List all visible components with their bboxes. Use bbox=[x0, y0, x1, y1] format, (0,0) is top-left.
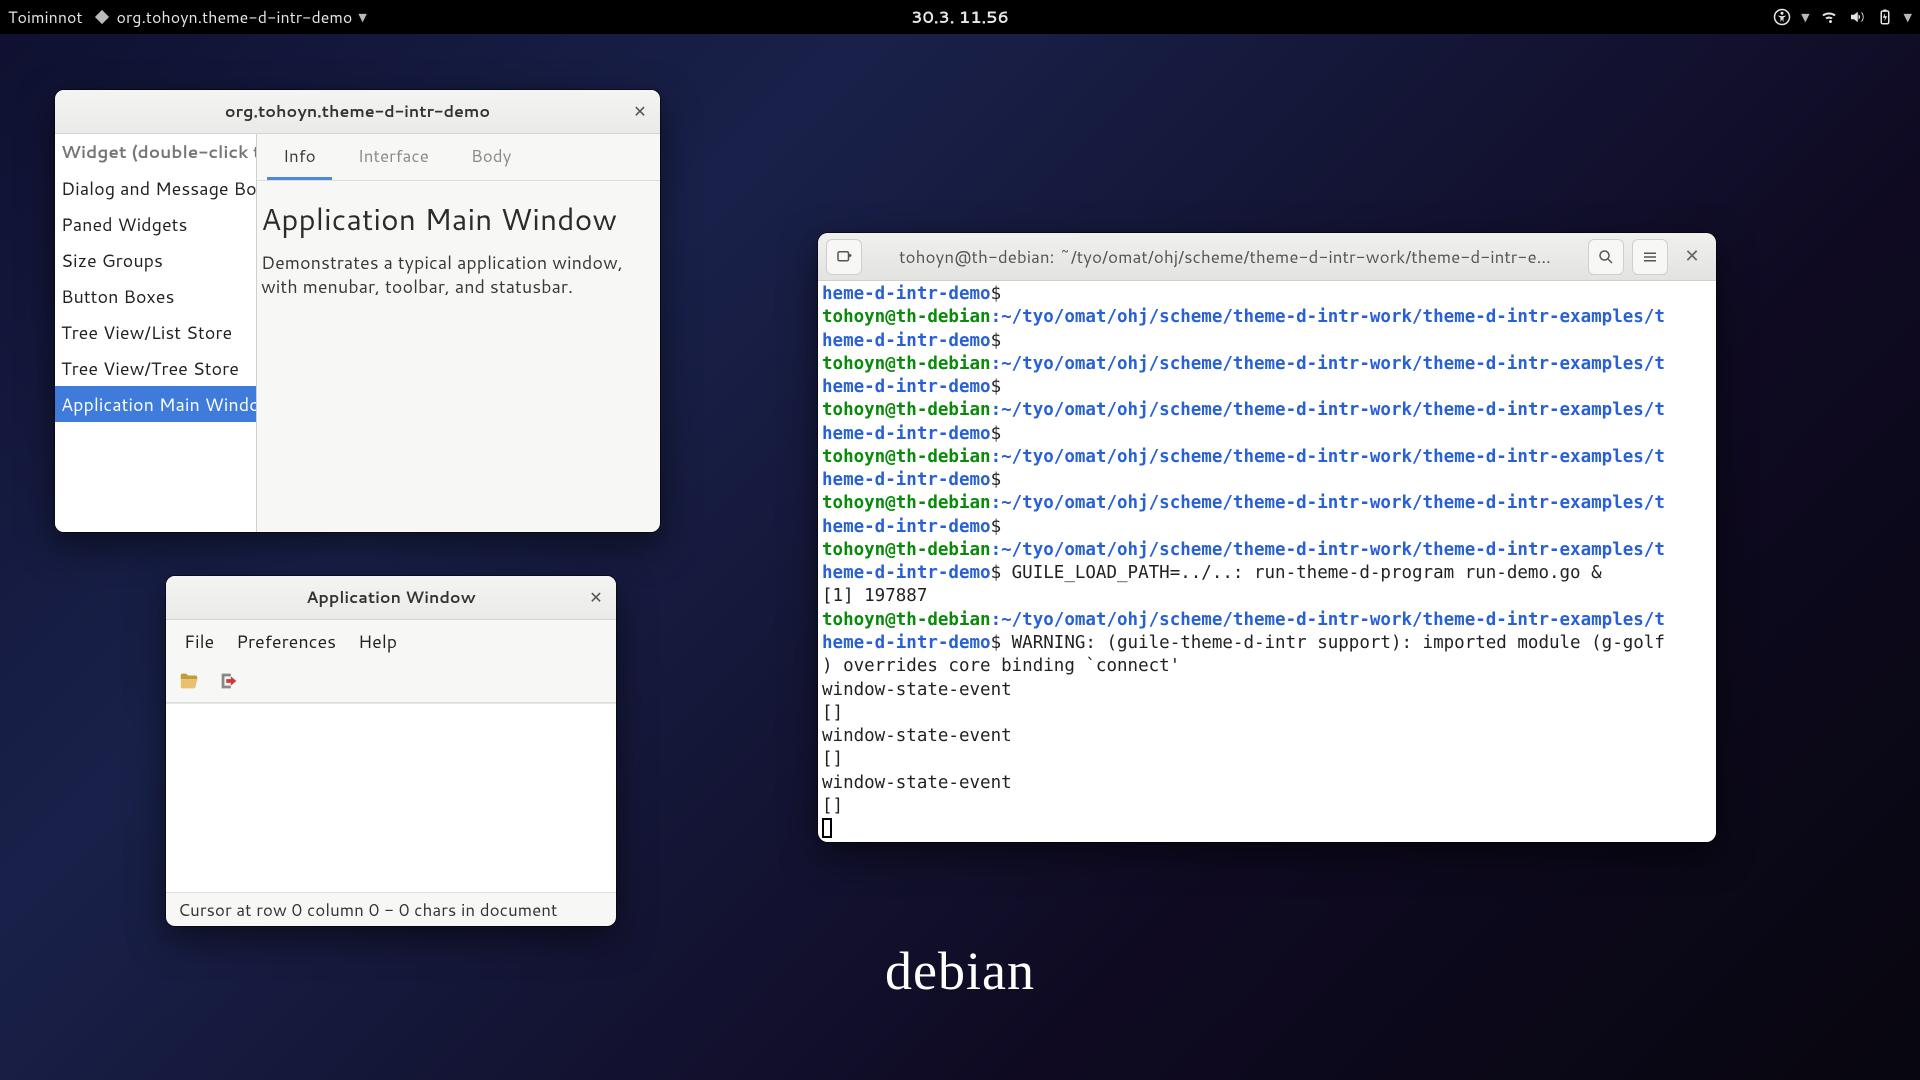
window-titlebar[interactable]: org.tohoyn.theme-d-intr-demo ✕ bbox=[55, 90, 660, 134]
app-menu[interactable]: org.tohoyn.theme-d-intr-demo ▼ bbox=[97, 6, 367, 29]
list-item[interactable]: Size Groups bbox=[55, 242, 256, 278]
menu-file[interactable]: File bbox=[174, 624, 224, 658]
chevron-down-icon: ▼ bbox=[358, 9, 366, 25]
chevron-down-icon: ▼ bbox=[1801, 9, 1809, 25]
demo-heading: Application Main Window bbox=[261, 197, 650, 240]
list-item[interactable]: Tree View/List Store bbox=[55, 314, 256, 350]
demo-info-panel: Application Main Window Demonstrates a t… bbox=[257, 181, 660, 309]
document-area[interactable] bbox=[166, 703, 616, 892]
close-icon[interactable]: ✕ bbox=[584, 586, 608, 610]
battery-icon[interactable] bbox=[1876, 8, 1894, 26]
app-icon bbox=[94, 10, 108, 24]
window-titlebar[interactable]: Application Window ✕ bbox=[166, 576, 616, 620]
list-item[interactable]: Paned Widgets bbox=[55, 206, 256, 242]
tab-info[interactable]: Info bbox=[267, 134, 332, 180]
list-item[interactable]: Dialog and Message Boxes bbox=[55, 170, 256, 206]
list-item-selected[interactable]: Application Main Window bbox=[55, 386, 256, 422]
tab-strip: Info Interface Body bbox=[257, 134, 660, 181]
widget-list-header: Widget (double-click to show) bbox=[55, 134, 256, 170]
quit-icon[interactable] bbox=[212, 666, 246, 696]
close-icon[interactable]: ✕ bbox=[628, 100, 652, 124]
app-menu-label: org.tohoyn.theme-d-intr-demo bbox=[117, 6, 353, 29]
hamburger-icon[interactable] bbox=[1632, 239, 1668, 275]
chevron-down-icon: ▼ bbox=[1904, 9, 1912, 25]
application-window: Application Window ✕ File Preferences He… bbox=[166, 576, 616, 926]
demo-window: org.tohoyn.theme-d-intr-demo ✕ Widget (d… bbox=[55, 90, 660, 532]
terminal-output[interactable]: heme-d-intr-demo$ tohoyn@th-debian:~/tyo… bbox=[818, 281, 1716, 842]
accessibility-icon[interactable] bbox=[1773, 8, 1791, 26]
menu-help[interactable]: Help bbox=[348, 624, 407, 658]
clock[interactable]: 30.3. 11.56 bbox=[911, 6, 1009, 29]
terminal-window: tohoyn@th-debian: ~/tyo/omat/ohj/scheme/… bbox=[818, 233, 1716, 842]
menu-preferences[interactable]: Preferences bbox=[226, 624, 346, 658]
widget-list[interactable]: Widget (double-click to show) Dialog and… bbox=[55, 134, 257, 532]
terminal-title: tohoyn@th-debian: ~/tyo/omat/ohj/scheme/… bbox=[870, 245, 1580, 269]
status-text: Cursor at row 0 column 0 - 0 chars in do… bbox=[178, 898, 557, 922]
list-item[interactable]: Button Boxes bbox=[55, 278, 256, 314]
window-title: Application Window bbox=[306, 586, 475, 609]
tab-body[interactable]: Body bbox=[455, 134, 528, 180]
statusbar: Cursor at row 0 column 0 - 0 chars in do… bbox=[166, 892, 616, 926]
window-title: org.tohoyn.theme-d-intr-demo bbox=[225, 100, 490, 123]
debian-logo: debian bbox=[885, 940, 1035, 1002]
wifi-icon[interactable] bbox=[1820, 8, 1838, 26]
terminal-headerbar[interactable]: tohoyn@th-debian: ~/tyo/omat/ohj/scheme/… bbox=[818, 233, 1716, 281]
list-item[interactable]: Tree View/Tree Store bbox=[55, 350, 256, 386]
tab-interface[interactable]: Interface bbox=[342, 134, 445, 180]
close-icon[interactable]: ✕ bbox=[1676, 241, 1708, 273]
menubar: File Preferences Help bbox=[166, 620, 616, 664]
debian-text: debian bbox=[885, 940, 1035, 1002]
topbar: Toiminnot org.tohoyn.theme-d-intr-demo ▼… bbox=[0, 0, 1920, 34]
toolbar bbox=[166, 664, 616, 703]
open-icon[interactable] bbox=[172, 666, 206, 696]
new-tab-icon[interactable] bbox=[826, 239, 862, 275]
search-icon[interactable] bbox=[1588, 239, 1624, 275]
volume-icon[interactable] bbox=[1848, 8, 1866, 26]
demo-description: Demonstrates a typical application windo… bbox=[261, 250, 650, 299]
activities-button[interactable]: Toiminnot bbox=[8, 6, 83, 29]
